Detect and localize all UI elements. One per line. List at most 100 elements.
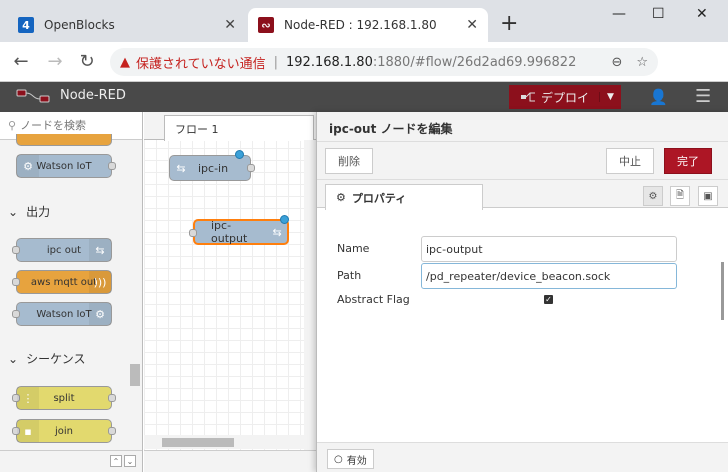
scrollbar-thumb[interactable]: [162, 438, 234, 447]
abstract-flag-checkbox[interactable]: ✓: [544, 295, 553, 304]
output-port[interactable]: [108, 427, 116, 435]
maximize-icon[interactable]: ☐: [652, 6, 665, 22]
flow-node-ipc-output[interactable]: ipc-output ⇆: [189, 215, 289, 245]
url-input[interactable]: ▲ 保護されていない通信 | 192.168.1.80:1880/#flow/2…: [110, 48, 658, 76]
join-icon: ▪: [17, 420, 39, 442]
circle-icon: ○: [334, 453, 343, 465]
input-port[interactable]: [189, 229, 197, 237]
tab-properties[interactable]: ⚙ プロパティ: [325, 184, 483, 210]
category-label: 出力: [26, 205, 51, 219]
changed-indicator: [280, 215, 289, 224]
output-port[interactable]: [108, 394, 116, 402]
back-icon[interactable]: ←: [10, 51, 32, 72]
browser-tab-node-red[interactable]: ∾ Node-RED : 192.168.1.80 ✕: [248, 8, 488, 42]
close-icon[interactable]: ✕: [466, 17, 478, 33]
watson-icon: ⚙: [89, 303, 111, 325]
minimize-icon[interactable]: —: [612, 6, 626, 22]
node-label: split: [53, 392, 75, 404]
input-port[interactable]: [12, 310, 20, 318]
name-input[interactable]: [421, 236, 677, 262]
workspace-footer: [144, 450, 316, 472]
palette-node-ipc-out[interactable]: ipc out ⇆: [12, 238, 112, 262]
description-tab-icon[interactable]: 🗎: [670, 186, 690, 206]
new-tab-icon[interactable]: +: [500, 13, 518, 35]
warning-icon: ▲: [120, 54, 130, 70]
tab-title: Node-RED : 192.168.1.80: [284, 18, 437, 32]
done-button[interactable]: 完了: [664, 148, 712, 174]
output-port[interactable]: [247, 164, 255, 172]
split-icon: ⋮: [17, 387, 39, 409]
abstract-flag-label: Abstract Flag: [337, 293, 410, 306]
expand-all-icon[interactable]: ⌃: [110, 455, 122, 467]
path-label: Path: [337, 269, 362, 282]
palette-node-watson-iot-in[interactable]: ⚙ Watson IoT: [16, 154, 116, 178]
flow-node-ipc-in[interactable]: ⇆ ipc-in: [169, 150, 255, 181]
node-label: ipc-output: [211, 219, 248, 245]
palette-search-input[interactable]: [20, 119, 131, 132]
category-label: シーケンス: [26, 352, 86, 366]
output-port[interactable]: [108, 162, 116, 170]
url-path: :1880/#flow/26d2ad69.996822: [372, 54, 577, 70]
node-palette: ⚲ ⚙ Watson IoT ⌄ 出力 ipc out ⇆ aws mqtt o…: [0, 112, 143, 472]
palette-node-aws-mqtt-out[interactable]: aws mqtt out ))): [12, 270, 112, 294]
path-input[interactable]: [421, 263, 677, 289]
deploy-button[interactable]: デプロイ ▼: [509, 85, 621, 109]
palette-category-sequence[interactable]: ⌄ シーケンス: [8, 350, 85, 367]
security-label: 保護されていない通信: [136, 56, 266, 72]
enabled-label: 有効: [346, 455, 367, 467]
name-label: Name: [337, 242, 370, 255]
input-port[interactable]: [12, 246, 20, 254]
node-label: ipc out: [46, 244, 82, 256]
editor-footer: ○ 有効: [317, 442, 728, 472]
palette-node-partial[interactable]: [16, 134, 112, 146]
flow-workspace[interactable]: フロー 1 ⇆ ipc-in ipc-output ⇆: [144, 112, 316, 472]
cancel-button[interactable]: 中止: [606, 148, 654, 174]
search-icon: ⚲: [8, 119, 17, 132]
scrollbar-thumb[interactable]: [130, 364, 140, 386]
browser-tab-bar: 4 OpenBlocks ✕ ∾ Node-RED : 192.168.1.80…: [0, 0, 728, 42]
window-close-icon[interactable]: ✕: [696, 6, 708, 22]
url-host: 192.168.1.80: [286, 54, 373, 70]
palette-node-split[interactable]: ⋮ split: [12, 386, 116, 410]
chevron-down-icon: ⌄: [8, 351, 19, 366]
node-red-logo: Node-RED: [16, 88, 126, 103]
reload-icon[interactable]: ↻: [76, 51, 98, 72]
user-icon[interactable]: 👤: [649, 88, 668, 106]
appearance-tab-icon[interactable]: ▣: [698, 186, 718, 206]
palette-node-watson-iot-out[interactable]: Watson IoT ⚙: [12, 302, 112, 326]
enabled-toggle[interactable]: ○ 有効: [327, 449, 374, 469]
forward-icon[interactable]: →: [44, 51, 66, 72]
bookmark-star-icon[interactable]: ☆: [636, 55, 648, 70]
hamburger-menu-icon[interactable]: ☰: [695, 86, 711, 107]
divider: |: [273, 54, 279, 70]
editor-scrollbar[interactable]: [721, 262, 724, 320]
app-name: Node-RED: [60, 88, 126, 103]
settings-tab-icon[interactable]: ⚙: [643, 186, 663, 206]
node-label: aws mqtt out: [30, 276, 98, 288]
workspace-vertical-scrollbar[interactable]: [304, 140, 316, 456]
deploy-icon: [521, 92, 535, 102]
node-label: Watson IoT: [36, 160, 92, 172]
deploy-dropdown-icon[interactable]: ▼: [599, 92, 621, 102]
changed-indicator: [235, 150, 244, 159]
watson-icon: ⚙: [17, 155, 39, 177]
delete-button[interactable]: 削除: [325, 148, 373, 174]
tab-flow-1[interactable]: フロー 1: [164, 115, 314, 141]
node-red-icon: ∾: [258, 17, 274, 33]
node-label: ipc-in: [198, 161, 229, 175]
chevron-down-icon: ⌄: [8, 204, 19, 219]
deploy-label: デプロイ: [541, 90, 590, 105]
collapse-all-icon[interactable]: ⌄: [124, 455, 136, 467]
node-label: Watson IoT: [36, 308, 92, 320]
workspace-horizontal-scrollbar[interactable]: [144, 435, 316, 449]
input-port[interactable]: [12, 278, 20, 286]
node-label: join: [54, 425, 73, 437]
palette-node-join[interactable]: ▪ join: [12, 419, 116, 443]
close-icon[interactable]: ✕: [224, 17, 236, 33]
palette-scrollbar[interactable]: [128, 252, 140, 452]
browser-tab-openblocks[interactable]: 4 OpenBlocks ✕: [8, 8, 246, 42]
openblocks-icon: 4: [18, 17, 34, 33]
palette-category-output[interactable]: ⌄ 出力: [8, 203, 50, 220]
node-red-header: Node-RED デプロイ ▼ 👤 ☰: [0, 82, 728, 112]
zoom-icon[interactable]: ⊖: [611, 55, 622, 70]
